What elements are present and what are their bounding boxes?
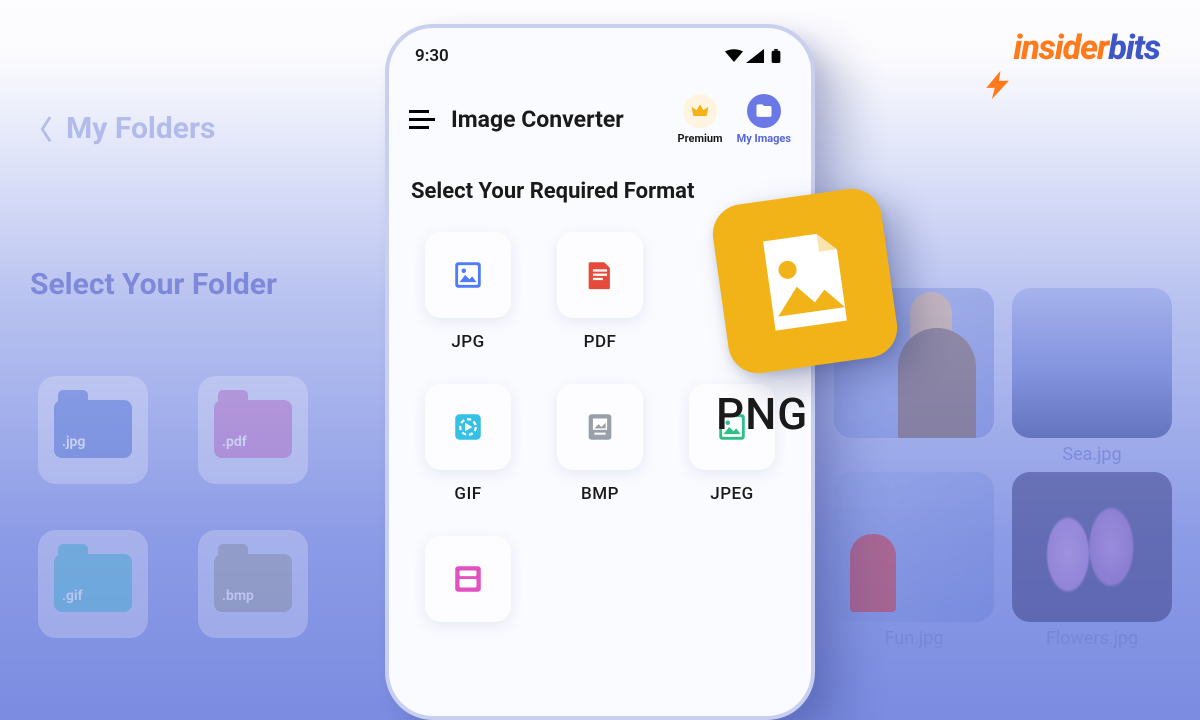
crown-icon	[690, 101, 710, 121]
format-label: PDF	[584, 332, 617, 352]
png-image-icon	[744, 220, 866, 342]
brand-logo: insiderbits	[1013, 28, 1160, 68]
bmp-icon	[583, 410, 617, 444]
image-caption-fun: Fun.jpg	[834, 628, 994, 649]
wifi-icon	[725, 49, 743, 63]
my-images-label: My Images	[737, 132, 791, 145]
bg-screen-folders: 〈 My Folders Select Your Folder .jpg .pd…	[0, 110, 420, 660]
back-nav-label: My Folders	[66, 111, 215, 146]
chevron-left-icon: 〈	[26, 110, 52, 147]
select-folder-title: Select Your Folder	[0, 267, 420, 302]
brand-logo-part-b: bits	[1108, 28, 1160, 68]
image-caption-flowers: Flowers.jpg	[1012, 628, 1172, 649]
format-option-pdf[interactable]: PDF	[541, 232, 659, 352]
image-thumb-sea[interactable]	[1012, 288, 1172, 438]
format-option-webp[interactable]	[409, 536, 527, 636]
battery-icon	[767, 49, 785, 63]
doc-icon	[583, 258, 617, 292]
back-nav[interactable]: 〈 My Folders	[0, 110, 420, 147]
play-icon	[451, 410, 485, 444]
format-label: BMP	[581, 484, 619, 504]
lightning-icon	[982, 68, 1016, 102]
folder-tile-jpg[interactable]: .jpg	[38, 376, 148, 484]
app-title: Image Converter	[451, 106, 624, 133]
folder-tile-bmp[interactable]: .bmp	[198, 530, 308, 638]
status-bar: 9:30	[389, 28, 811, 74]
image-thumb-fun[interactable]	[834, 472, 994, 622]
status-time: 9:30	[415, 46, 449, 66]
image-thumb-flowers[interactable]	[1012, 472, 1172, 622]
folder-icon	[754, 101, 774, 121]
my-images-button[interactable]: My Images	[737, 94, 791, 145]
image-icon	[451, 258, 485, 292]
premium-button[interactable]: Premium	[677, 94, 722, 145]
format-label: JPEG	[710, 484, 753, 504]
signal-icon	[746, 49, 764, 63]
webp-icon	[451, 562, 485, 596]
folder-tile-gif[interactable]: .gif	[38, 530, 148, 638]
png-callout-label: PNG	[716, 388, 808, 440]
format-option-jpg[interactable]: JPG	[409, 232, 527, 352]
premium-label: Premium	[677, 132, 722, 145]
format-label: JPG	[451, 332, 484, 352]
image-caption-sea: Sea.jpg	[1012, 444, 1172, 465]
hamburger-icon[interactable]	[409, 110, 435, 130]
format-option-bmp[interactable]: BMP	[541, 384, 659, 504]
png-callout-badge	[709, 185, 901, 377]
brand-logo-part-a: insider	[1013, 28, 1108, 68]
folder-tile-pdf[interactable]: .pdf	[198, 376, 308, 484]
format-option-gif[interactable]: GIF	[409, 384, 527, 504]
format-label: GIF	[454, 484, 481, 504]
